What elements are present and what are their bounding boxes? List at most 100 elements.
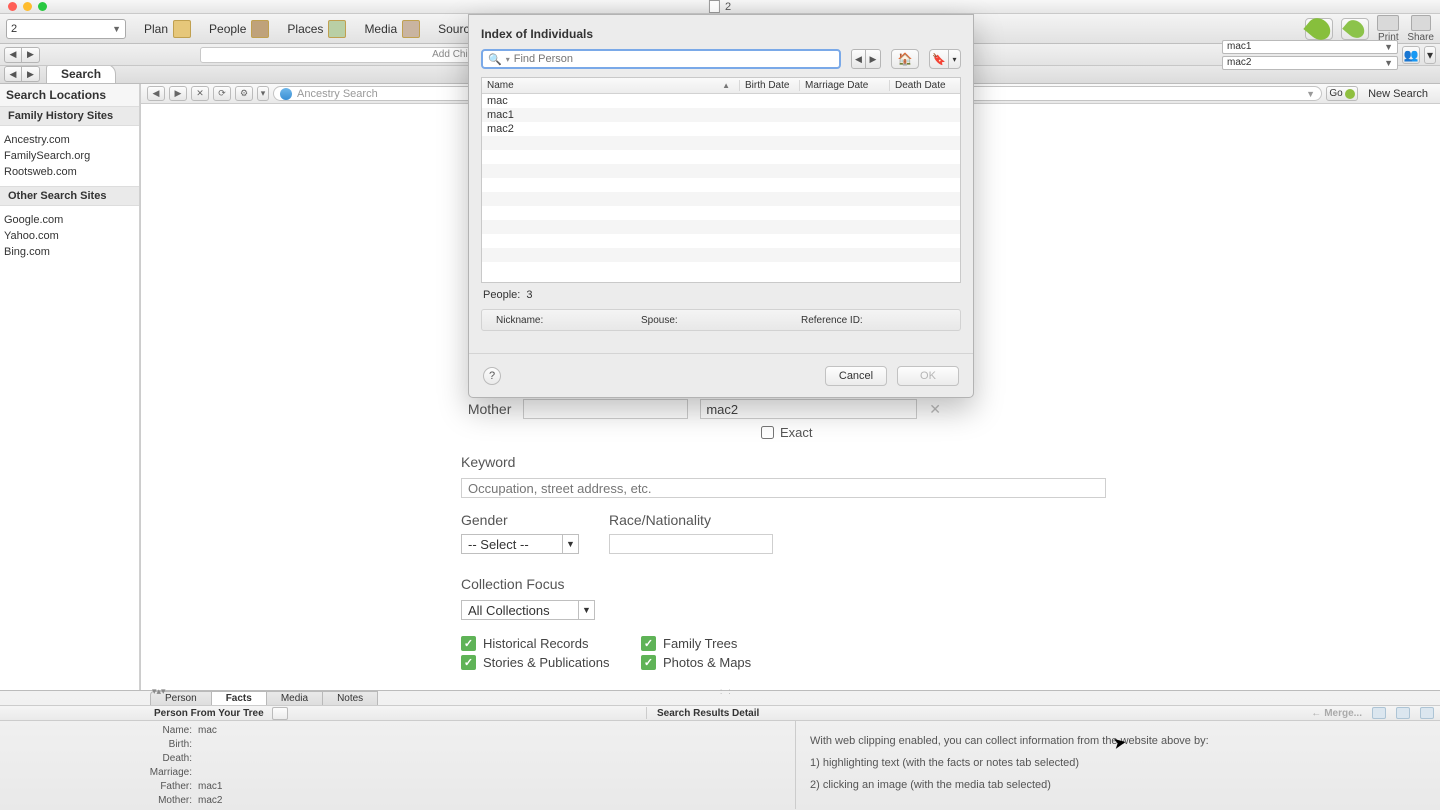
table-row[interactable]: mac2 [482, 122, 960, 136]
col-birth-date[interactable]: Birth Date [740, 80, 800, 91]
window-title-text: 2 [725, 1, 731, 13]
table-row-empty [482, 248, 960, 262]
keyword-input[interactable] [461, 478, 1106, 498]
tab-search[interactable]: Search [46, 64, 116, 83]
table-row[interactable]: mac [482, 94, 960, 108]
checkbox-photos[interactable]: ✓ [641, 655, 656, 670]
tab-notes[interactable]: Notes [322, 691, 378, 705]
table-row[interactable]: mac1 [482, 108, 960, 122]
zoom-window-icon[interactable] [38, 2, 47, 11]
tab-next-button[interactable]: ▶ [22, 66, 40, 82]
add-parent-menu-button[interactable]: ▾ [1424, 46, 1436, 64]
search-icon: 🔍 [488, 53, 502, 66]
mother-exact-checkbox[interactable] [761, 426, 774, 439]
browser-stop-button[interactable]: ✕ [191, 86, 209, 101]
tab-media-bottom[interactable]: Media [266, 691, 323, 705]
panel-resize-handle[interactable]: ▾▴▾ [152, 686, 166, 697]
gender-header: Gender [461, 512, 579, 528]
browser-settings-button[interactable]: ⚙ [235, 86, 253, 101]
sidebar-item-google[interactable]: Google.com [0, 212, 139, 228]
father-combo[interactable]: mac1 ▼ [1222, 40, 1398, 54]
tab-facts[interactable]: Facts [211, 691, 267, 705]
tab-prev-button[interactable]: ◀ [4, 66, 22, 82]
print-button[interactable]: Print [1377, 15, 1399, 43]
checkbox-trees[interactable]: ✓ [641, 636, 656, 651]
nav-back-button[interactable]: ◀ [4, 47, 22, 63]
sidebar-item-familysearch[interactable]: FamilySearch.org [0, 148, 139, 164]
sync-button[interactable] [1341, 18, 1369, 40]
race-header: Race/Nationality [609, 512, 773, 528]
cancel-button[interactable]: Cancel [825, 366, 887, 386]
browser-back-button[interactable]: ◀ [147, 86, 165, 101]
sidebar-item-rootsweb[interactable]: Rootsweb.com [0, 164, 139, 180]
browser-go-button[interactable]: Go [1326, 86, 1358, 101]
people-icon [251, 20, 269, 38]
browser-settings-menu-button[interactable]: ▾ [257, 86, 269, 101]
browser-reload-button[interactable]: ⟳ [213, 86, 231, 101]
race-input[interactable] [609, 534, 773, 554]
sidebar-group-other: Other Search Sites [0, 186, 139, 206]
pick-person-button[interactable] [272, 707, 288, 720]
chevron-down-icon: ▼ [112, 24, 121, 34]
collection-focus-select[interactable]: All Collections ▼ [461, 600, 595, 620]
merge-button[interactable]: ←Merge... [1311, 708, 1362, 719]
table-row-empty [482, 234, 960, 248]
people-count-value: 3 [526, 289, 532, 301]
add-parent-button[interactable]: 👥 [1402, 46, 1420, 64]
help-button[interactable]: ? [483, 367, 501, 385]
mother-first-input[interactable] [523, 399, 688, 419]
media-button[interactable]: Media [364, 20, 420, 38]
plan-button[interactable]: Plan [144, 20, 191, 38]
plan-combo[interactable]: 2 ▼ [6, 19, 126, 39]
person-detail-strip: Nickname: Spouse: Reference ID: [481, 309, 961, 331]
dialog-bookmark-button[interactable]: 🔖 [929, 49, 949, 69]
father-combo-value: mac1 [1227, 41, 1251, 52]
table-row-empty [482, 192, 960, 206]
window-title: 2 [709, 0, 731, 13]
gender-select[interactable]: -- Select -- ▼ [461, 534, 579, 554]
col-marriage-date[interactable]: Marriage Date [800, 80, 890, 91]
fact-name-label: Name: [148, 725, 192, 739]
dialog-next-button[interactable]: ▶ [866, 49, 881, 69]
chevron-down-icon: ▼ [578, 601, 594, 619]
find-person-search[interactable]: 🔍 ▾ [481, 49, 841, 69]
find-person-input[interactable] [514, 53, 834, 65]
sidebar-item-so-bing[interactable]: Bing.com [0, 244, 139, 260]
dialog-prev-button[interactable]: ◀ [851, 49, 866, 69]
plan-icon [173, 20, 191, 38]
sidebar-item-ancestry[interactable]: Ancestry.com [0, 132, 139, 148]
col-death-date[interactable]: Death Date [890, 80, 960, 91]
col-name[interactable]: Name▲ [482, 80, 740, 91]
nav-forward-button[interactable]: ▶ [22, 47, 40, 63]
checkbox-stories[interactable]: ✓ [461, 655, 476, 670]
panel-drag-handle[interactable]: : : [720, 687, 733, 696]
browser-forward-button[interactable]: ▶ [169, 86, 187, 101]
clear-mother-button[interactable]: ✕ [929, 401, 941, 418]
people-count-label: People: [483, 289, 520, 301]
minimize-window-icon[interactable] [23, 2, 32, 11]
mother-last-input[interactable]: mac2 [700, 399, 917, 419]
dialog-home-button[interactable]: 🏠 [891, 49, 919, 69]
result-action-1-icon[interactable] [1372, 707, 1386, 719]
share-button[interactable]: Share [1407, 15, 1434, 43]
chevron-down-icon: ▼ [1384, 42, 1393, 52]
fact-mother-value: mac2 [198, 795, 222, 809]
result-action-2-icon[interactable] [1396, 707, 1410, 719]
sidebar-group-family: Family History Sites [0, 106, 139, 126]
close-window-icon[interactable] [8, 2, 17, 11]
checkbox-historical-label: Historical Records [483, 636, 588, 651]
mother-combo[interactable]: mac2▼ [1222, 56, 1398, 70]
plan-combo-value: 2 [11, 23, 17, 35]
checkbox-historical[interactable]: ✓ [461, 636, 476, 651]
result-action-3-icon[interactable] [1420, 707, 1434, 719]
share-icon [1411, 15, 1431, 31]
fact-mother-label: Mother: [148, 795, 192, 809]
ancestry-hints-button[interactable] [1305, 18, 1333, 40]
dialog-bookmark-menu-button[interactable]: ▾ [949, 49, 961, 69]
new-search-button[interactable]: New Search [1362, 88, 1434, 100]
sidebar-item-yahoo[interactable]: Yahoo.com [0, 228, 139, 244]
people-button[interactable]: People [209, 20, 269, 38]
ok-button[interactable]: OK [897, 366, 959, 386]
places-button[interactable]: Places [287, 20, 346, 38]
table-row-empty [482, 150, 960, 164]
